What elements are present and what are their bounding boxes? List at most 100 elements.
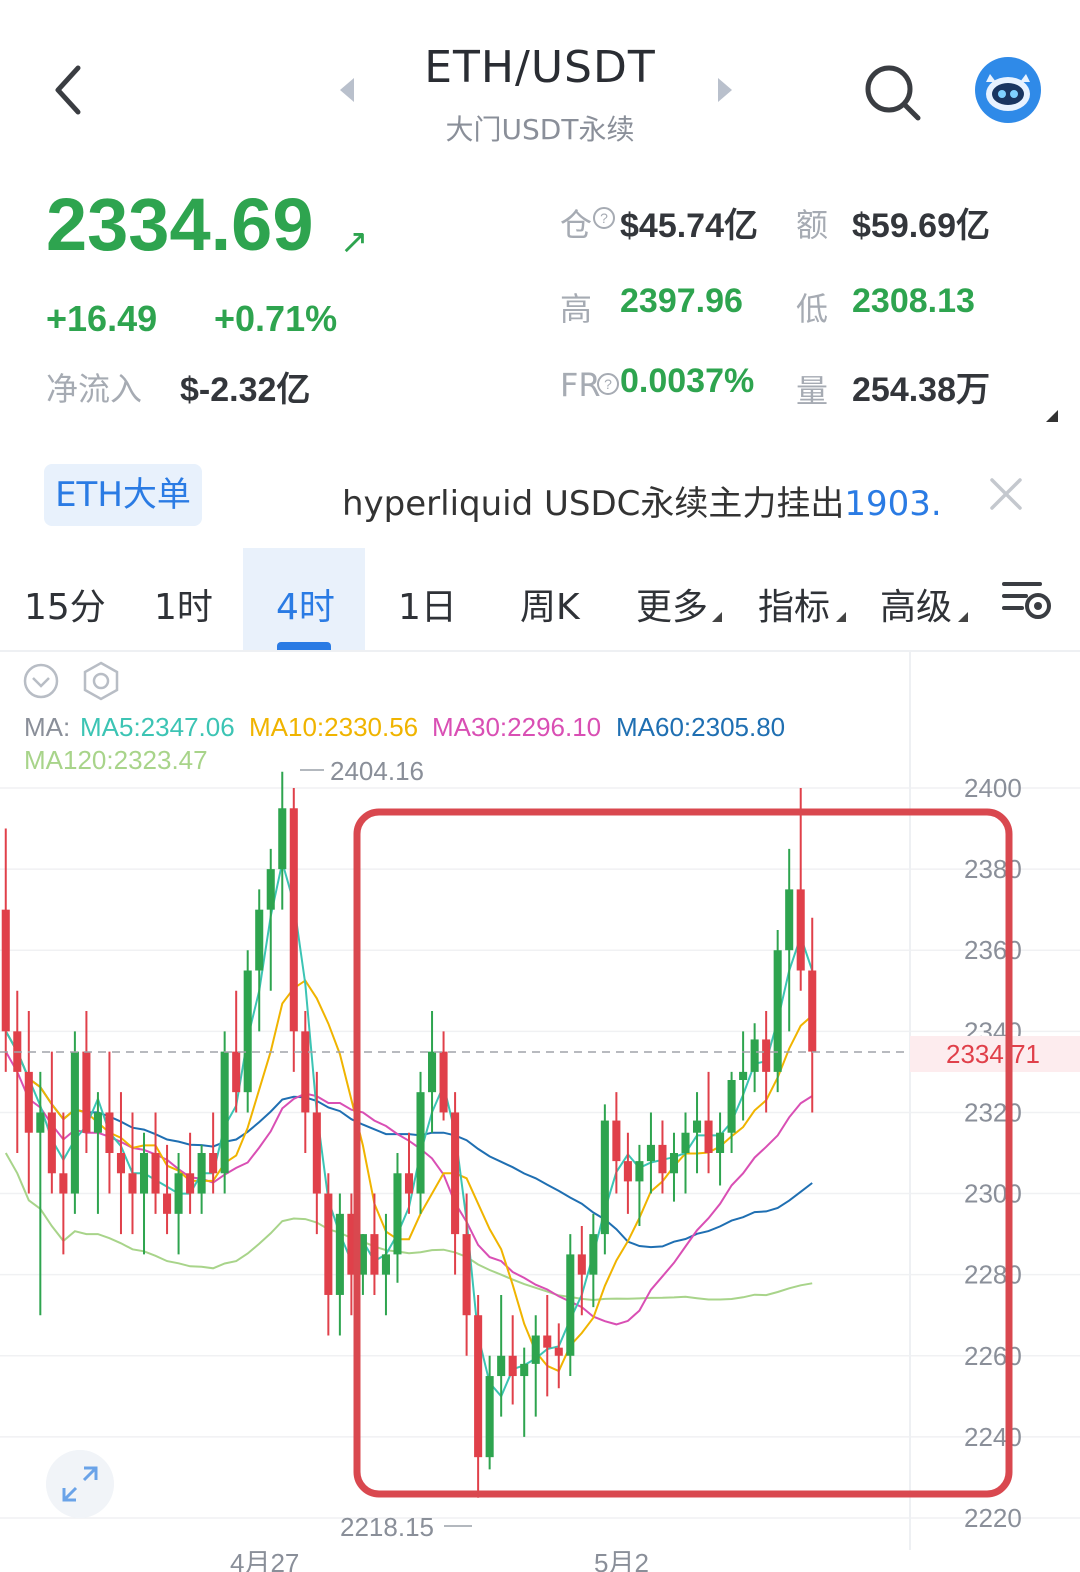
y-tick-label: 2380 bbox=[964, 854, 1022, 884]
tab-advanced[interactable]: 高级 bbox=[880, 578, 952, 630]
candle-body bbox=[47, 1112, 56, 1174]
candle-body bbox=[266, 869, 275, 910]
y-tick-label: 2280 bbox=[964, 1260, 1022, 1290]
news-ticker[interactable]: hyperliquid USDC永续主力挂出1903.2 bbox=[342, 476, 944, 522]
price-change-pct: +0.71% bbox=[214, 298, 338, 339]
candle-body bbox=[566, 1254, 575, 1356]
tab-1d[interactable]: 1日 bbox=[398, 578, 457, 630]
candle-body bbox=[1, 909, 10, 1032]
candle-body bbox=[543, 1335, 552, 1348]
candle-body bbox=[301, 1031, 310, 1113]
low-label: 低 bbox=[796, 290, 829, 328]
y-tick-label: 2240 bbox=[964, 1422, 1022, 1452]
high-value: 2397.96 bbox=[620, 282, 743, 320]
candle-body bbox=[232, 1051, 241, 1093]
candle-body bbox=[128, 1173, 137, 1194]
y-tick-label: 2300 bbox=[964, 1179, 1022, 1209]
candle-body bbox=[520, 1363, 529, 1377]
pair-title[interactable]: ETH/USDT bbox=[360, 42, 720, 93]
dropdown-triangle-icon bbox=[712, 612, 722, 622]
high-label: 高 bbox=[560, 290, 593, 328]
expand-corner-icon[interactable] bbox=[1046, 410, 1058, 422]
y-tick-label: 2220 bbox=[964, 1503, 1022, 1533]
price-change: +16.49 bbox=[46, 298, 158, 339]
candle-body bbox=[692, 1120, 702, 1133]
candle-body bbox=[485, 1376, 494, 1458]
y-tick-label: 2260 bbox=[964, 1341, 1022, 1371]
candle-body bbox=[59, 1173, 68, 1194]
candle-body bbox=[243, 970, 252, 1093]
candle-body bbox=[116, 1153, 126, 1174]
netflow-value: $-2.32亿 bbox=[180, 371, 311, 409]
candle-body bbox=[439, 1051, 448, 1113]
candle-body bbox=[209, 1153, 218, 1174]
volume-value: 254.38万 bbox=[852, 371, 990, 409]
back-icon[interactable] bbox=[48, 60, 88, 120]
candle-body bbox=[600, 1120, 609, 1235]
candle-body bbox=[612, 1120, 621, 1162]
candlestick-chart[interactable]: 2400238023602340232023002280226022402220… bbox=[0, 650, 1080, 1572]
tab-week[interactable]: 周K bbox=[520, 578, 580, 630]
last-price: 2334.69 bbox=[46, 183, 314, 266]
pair-subtitle: 大门USDT永续 bbox=[445, 113, 635, 146]
tab-15m[interactable]: 15分 bbox=[24, 578, 106, 630]
netflow-label: 净流入 bbox=[46, 370, 143, 408]
candle-body bbox=[312, 1112, 321, 1194]
low-marker: 2218.15 bbox=[340, 1512, 434, 1542]
ma5-line bbox=[4, 862, 814, 1399]
candle-body bbox=[416, 1092, 425, 1194]
candle-body bbox=[428, 1051, 437, 1093]
candle-body bbox=[727, 1080, 736, 1133]
candle-body bbox=[739, 1071, 748, 1080]
funding-rate-value: 0.0037% bbox=[620, 362, 755, 400]
help-icon[interactable]: ? bbox=[592, 206, 616, 230]
position-value: $45.74亿 bbox=[620, 207, 758, 245]
tab-1h[interactable]: 1时 bbox=[154, 578, 213, 630]
candle-body bbox=[681, 1132, 690, 1153]
candle-body bbox=[554, 1347, 563, 1356]
y-tick-label: 2360 bbox=[964, 935, 1022, 965]
candle-body bbox=[289, 808, 298, 1032]
robot-avatar-icon[interactable] bbox=[974, 56, 1042, 124]
candle-body bbox=[474, 1315, 483, 1458]
candle-body bbox=[508, 1355, 517, 1377]
candle-body bbox=[785, 889, 794, 951]
candle-body bbox=[197, 1153, 206, 1194]
y-tick-label: 2320 bbox=[964, 1097, 1022, 1127]
fullscreen-expand-icon[interactable] bbox=[46, 1450, 114, 1518]
candle-body bbox=[36, 1112, 45, 1133]
tab-more[interactable]: 更多 bbox=[636, 578, 708, 630]
candle-body bbox=[335, 1213, 344, 1295]
x-label-apr27: 4月27 bbox=[230, 1548, 299, 1572]
position-label: 仓 bbox=[560, 206, 593, 244]
candle-body bbox=[497, 1355, 506, 1377]
volume-label: 量 bbox=[796, 372, 829, 410]
candle-body bbox=[255, 909, 264, 971]
candle-body bbox=[24, 1071, 33, 1133]
close-icon[interactable] bbox=[986, 474, 1026, 514]
candle-body bbox=[381, 1254, 390, 1275]
tab-indicator[interactable]: 指标 bbox=[758, 578, 830, 630]
candle-body bbox=[589, 1234, 598, 1275]
search-icon[interactable] bbox=[862, 62, 922, 122]
candle-body bbox=[462, 1234, 471, 1316]
eth-big-order-tag[interactable]: ETH大单 bbox=[44, 464, 202, 526]
current-price-tag: 2334.71 bbox=[946, 1039, 1040, 1069]
candle-body bbox=[716, 1132, 725, 1153]
prev-pair-arrow[interactable] bbox=[340, 78, 354, 102]
next-pair-arrow[interactable] bbox=[718, 78, 732, 102]
candle-body bbox=[646, 1144, 655, 1162]
candle-body bbox=[163, 1193, 172, 1214]
dropdown-triangle-icon bbox=[836, 612, 846, 622]
tab-4h[interactable]: 4时 bbox=[276, 578, 335, 630]
candle-body bbox=[750, 1039, 759, 1072]
candle-body bbox=[82, 1051, 91, 1133]
candle-body bbox=[704, 1120, 713, 1153]
svg-text:?: ? bbox=[604, 376, 612, 392]
candle-body bbox=[635, 1161, 644, 1182]
chart-settings-icon[interactable] bbox=[1000, 578, 1054, 622]
candle-body bbox=[220, 1051, 229, 1174]
candle-body bbox=[186, 1173, 195, 1194]
svg-text:?: ? bbox=[600, 210, 608, 226]
help-icon[interactable]: ? bbox=[596, 372, 620, 396]
